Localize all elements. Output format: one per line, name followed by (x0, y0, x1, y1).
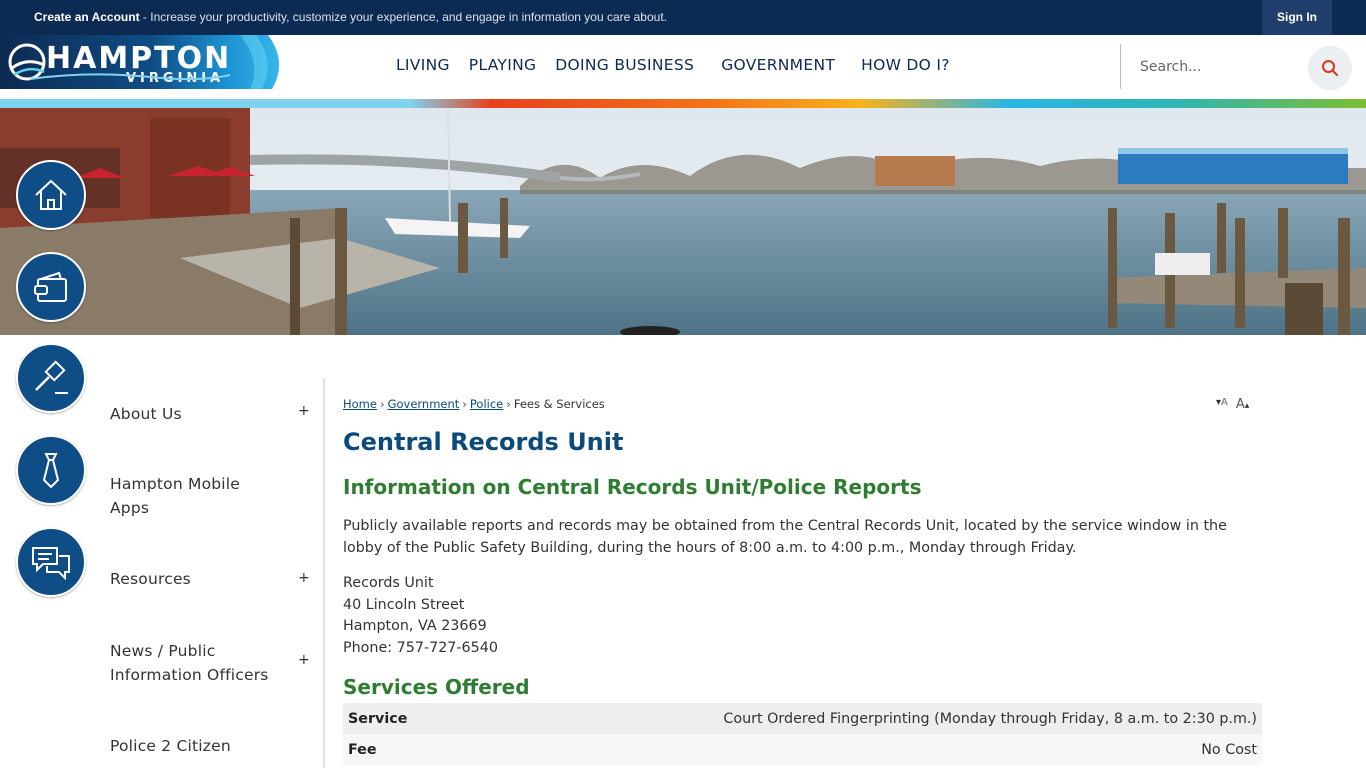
wallet-icon (34, 271, 67, 302)
records-info-paragraph: Publicly available reports and records m… (343, 518, 1227, 556)
sidebar-item-news-pio[interactable]: News / Public Information Officers (110, 639, 280, 687)
address-line: Records Unit (343, 575, 434, 591)
address-line: Hampton, VA 23669 (343, 618, 487, 635)
expand-news-button[interactable]: + (298, 652, 310, 668)
table-key: Fee (343, 734, 463, 765)
font-size-controls: ▾A A▴ (1216, 397, 1249, 412)
section-heading-info: Information on Central Records Unit/Poli… (343, 475, 922, 499)
table-row: Fee No Cost (343, 734, 1262, 765)
expand-about-us-button[interactable]: + (298, 403, 310, 419)
breadcrumb-current: Fees & Services (513, 397, 605, 411)
section-heading-services: Services Offered (343, 675, 530, 699)
sidebar-item-label: Hampton Mobile Apps (110, 475, 241, 517)
nav-playing[interactable]: PLAYING (469, 56, 536, 74)
site-header: HAMPTON VIRGINIA LIVING PLAYING DOING BU… (0, 35, 1366, 100)
table-value: Court Ordered Fingerprinting (Monday thr… (463, 703, 1262, 734)
decrease-font-button[interactable]: ▾A (1216, 397, 1228, 412)
create-account-link[interactable]: Create an Account (34, 10, 140, 24)
contact-quicklink[interactable] (16, 527, 86, 597)
breadcrumb-government-link[interactable]: Government (388, 397, 460, 411)
sidebar-item-mobile-apps[interactable]: Hampton Mobile Apps (110, 472, 270, 520)
jobs-quicklink[interactable] (16, 435, 86, 505)
courts-quicklink[interactable] (16, 343, 86, 413)
breadcrumb: Home › Government › Police › Fees & Services (343, 397, 605, 411)
table-key: Service (343, 703, 463, 734)
nav-government[interactable]: GOVERNMENT (721, 56, 835, 74)
breadcrumb-police-link[interactable]: Police (470, 397, 503, 411)
home-icon (35, 179, 67, 210)
increase-font-button[interactable]: A▴ (1236, 397, 1249, 412)
gavel-icon (35, 360, 68, 394)
nav-doing-business[interactable]: DOING BUSINESS (555, 56, 694, 74)
hampton-logo[interactable]: HAMPTON VIRGINIA (0, 35, 285, 89)
expand-resources-button[interactable]: + (298, 570, 310, 586)
sidebar-item-label: About Us (110, 405, 182, 423)
search-input[interactable] (1130, 49, 1300, 85)
search-button[interactable] (1308, 46, 1352, 90)
nav-how-do-i[interactable]: HOW DO I? (861, 56, 950, 74)
records-address: Records Unit 40 Lincoln Street Hampton, … (343, 573, 498, 659)
sidebar-item-label: News / Public Information Officers (110, 642, 269, 684)
address-line: 40 Lincoln Street (343, 596, 465, 613)
create-account-promo[interactable]: Create an Account - Increase your produc… (34, 10, 667, 24)
search-divider (1120, 44, 1121, 89)
services-table: Service Court Ordered Fingerprinting (Mo… (343, 703, 1262, 765)
sidebar-item-police-2-citizen[interactable]: Police 2 Citizen (110, 734, 310, 758)
sidebar-divider (323, 378, 325, 768)
table-value: No Cost (463, 734, 1262, 765)
search-icon (1322, 60, 1338, 76)
phone-line: Phone: 757-727-6540 (343, 639, 498, 656)
sidebar-item-resources[interactable]: Resources (110, 567, 310, 591)
breadcrumb-home-link[interactable]: Home (343, 397, 377, 411)
promo-text: - Increase your productivity, customize … (139, 10, 667, 24)
banner-image (0, 108, 1366, 335)
sidebar-item-label: Police 2 Citizen (110, 737, 231, 755)
chat-icon (32, 547, 70, 581)
sidebar-item-about-us[interactable]: About Us (110, 402, 310, 426)
top-bar: Create an Account - Increase your produc… (0, 0, 1366, 35)
main-nav: LIVING PLAYING DOING BUSINESS GOVERNMENT… (396, 56, 969, 74)
table-row: Service Court Ordered Fingerprinting (Mo… (343, 703, 1262, 734)
sidebar-item-label: Resources (110, 570, 191, 588)
rainbow-stripe (0, 99, 1366, 108)
home-quicklink[interactable] (16, 160, 86, 230)
sign-in-button[interactable]: Sign In (1262, 0, 1332, 35)
payments-quicklink[interactable] (16, 252, 86, 322)
nav-living[interactable]: LIVING (396, 56, 450, 74)
page-title: Central Records Unit (343, 428, 624, 456)
tie-icon (42, 453, 60, 489)
